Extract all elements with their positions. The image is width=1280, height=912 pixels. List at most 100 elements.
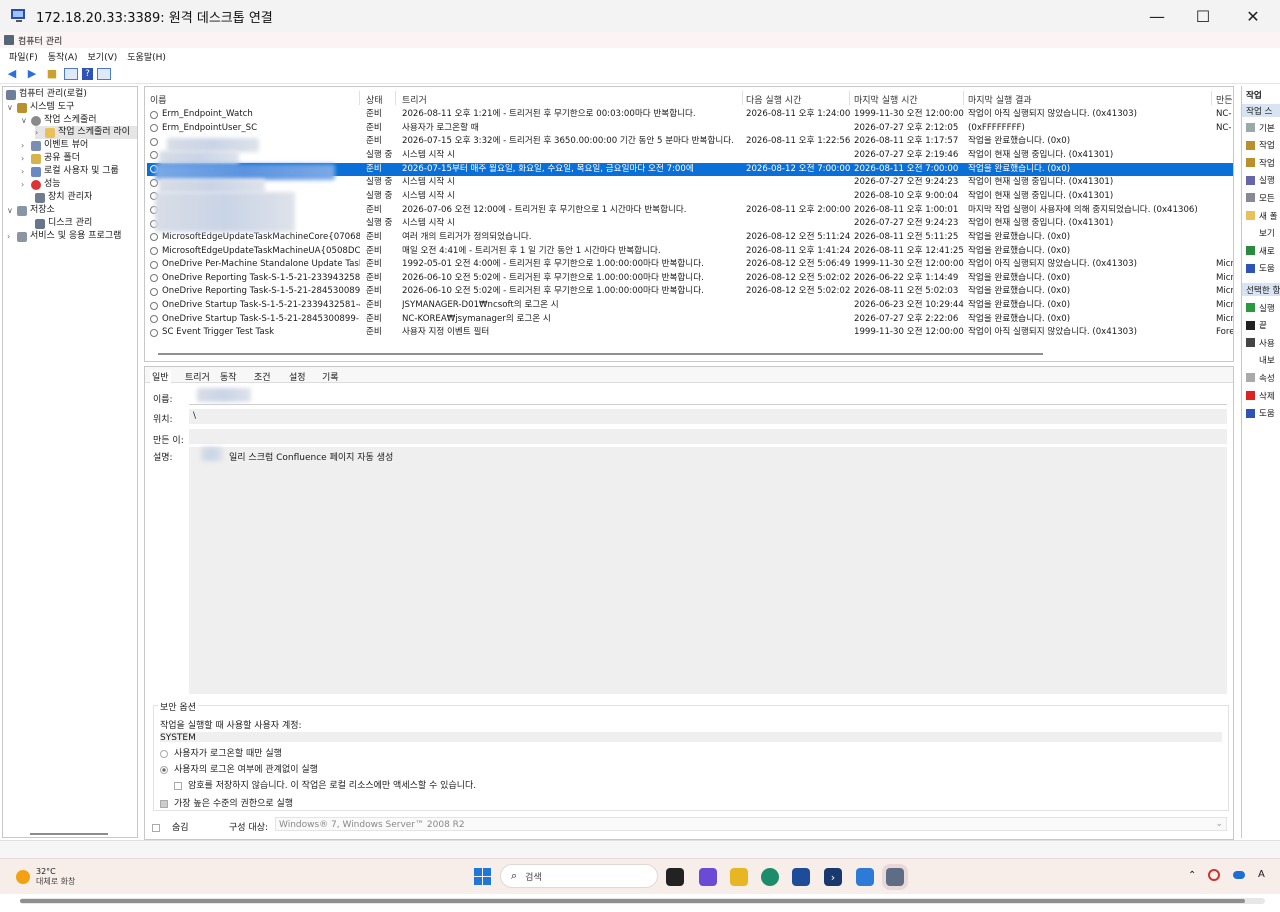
minimize-button[interactable]: — [1134, 0, 1180, 32]
col-header-author[interactable]: 만든 [1216, 93, 1233, 106]
chevron-down-icon[interactable]: ∨ [7, 204, 15, 217]
table-row[interactable]: 준비 2026-07-15 오후 3:32에 - 트리거된 후 3650.00:0… [147, 135, 1233, 149]
action-item-2[interactable]: 작업 [1246, 156, 1275, 169]
chevron-right-icon[interactable]: › [21, 152, 29, 165]
chevron-down-icon[interactable]: ⌄ [1215, 819, 1223, 829]
chevron-up-icon[interactable]: ⌃ [1188, 870, 1196, 881]
menu-view[interactable]: 보기(V) [88, 50, 118, 63]
tab-settings[interactable]: 설정 [287, 370, 308, 383]
table-row[interactable]: OneDrive Reporting Task-S-1-5-21-2339432… [147, 272, 1233, 286]
col-divider[interactable] [1211, 91, 1212, 105]
table-row[interactable]: MicrosoftEdgeUpdateTaskMachineCore{07068… [147, 231, 1233, 245]
tree-local-users[interactable]: › 로컬 사용자 및 그룹 [21, 165, 119, 178]
tab-triggers[interactable]: 트리거 [183, 370, 212, 383]
chevron-down-icon[interactable]: ∨ [21, 114, 29, 127]
chevron-right-icon[interactable]: › [21, 178, 29, 191]
actions-section-library[interactable]: 작업 스 [1242, 104, 1280, 117]
tab-actions[interactable]: 동작 [218, 370, 239, 383]
checkbox-icon[interactable] [152, 823, 160, 832]
close-button[interactable]: ✕ [1230, 0, 1276, 32]
rdp-hscrollbar[interactable] [20, 898, 1265, 904]
selected-action-item-6[interactable]: 도움 [1246, 407, 1275, 420]
table-row[interactable]: 준비 2026-07-06 오전 12:00에 - 트리거된 후 무기한으로 1 … [147, 204, 1233, 218]
table-row[interactable]: OneDrive Reporting Task-S-1-5-21-2845300… [147, 285, 1233, 299]
selected-action-item-2[interactable]: 사용 [1246, 336, 1275, 349]
forward-arrow-icon[interactable]: ▶ [24, 67, 40, 81]
radio-icon[interactable] [160, 749, 168, 758]
maximize-button[interactable]: ☐ [1180, 0, 1226, 32]
table-row[interactable]: SC Event Trigger Test Task 준비 사용자 지정 이벤트 필… [147, 326, 1233, 340]
table-row[interactable]: 실행 중 시스템 시작 시 2026-07-27 오후 2:19:46 작업이 현재 … [147, 149, 1233, 163]
chevron-right-icon[interactable]: › [7, 230, 15, 243]
tree-services-apps[interactable]: › 서비스 및 응용 프로그램 [7, 230, 121, 243]
tree-device-manager[interactable]: 장치 관리자 [35, 191, 92, 204]
network-icon[interactable] [1208, 869, 1220, 881]
author-field[interactable] [189, 429, 1227, 444]
tab-general[interactable]: 일반 [150, 370, 171, 383]
table-row[interactable]: OneDrive Startup Task-S-1-5-21-233943258… [147, 299, 1233, 313]
menu-file[interactable]: 파일(F) [9, 50, 38, 63]
location-field[interactable] [189, 409, 1227, 424]
run-highest-privileges-option[interactable]: 가장 높은 수준의 권한으로 실행 [160, 796, 293, 809]
powershell-icon[interactable]: › [824, 868, 842, 886]
table-row[interactable]: Erm_EndpointUser_SC 준비 사용자가 로그온할 때 2026-07-… [147, 122, 1233, 136]
chevron-right-icon[interactable]: › [21, 165, 29, 178]
selected-action-item-4[interactable]: 속성 [1246, 371, 1275, 384]
tree-performance[interactable]: › 성능 [21, 178, 61, 191]
action-item-4[interactable]: 모든 [1246, 191, 1275, 204]
menu-help[interactable]: 도움말(H) [127, 50, 166, 63]
col-header-last-run[interactable]: 마지막 실행 시간 [854, 93, 918, 106]
show-hide-tree-icon[interactable] [64, 67, 78, 80]
tree-hscrollbar[interactable] [30, 833, 108, 835]
show-hide-action-pane-icon[interactable] [97, 67, 111, 80]
rdp-hscrollbar-thumb[interactable] [20, 899, 1245, 903]
checkbox-icon[interactable] [174, 781, 182, 790]
weather-widget[interactable]: 32°C 대체로 화창 [16, 865, 75, 889]
run-whether-logged-on-option[interactable]: 사용자의 로그온 여부에 관계없이 실행 [160, 762, 318, 775]
action-item-0[interactable]: 기본 [1246, 121, 1275, 134]
chevron-right-icon[interactable]: › [21, 139, 29, 152]
col-divider[interactable] [963, 91, 964, 105]
menu-action[interactable]: 동작(A) [48, 50, 78, 63]
tab-conditions[interactable]: 조건 [252, 370, 273, 383]
action-item-3[interactable]: 실행 [1246, 174, 1275, 187]
action-item-1[interactable]: 작업 [1246, 139, 1275, 152]
col-header-status[interactable]: 상태 [366, 93, 383, 106]
edge-icon[interactable] [761, 868, 779, 886]
selected-action-item-5[interactable]: 삭제 [1246, 389, 1275, 402]
col-divider[interactable] [395, 91, 396, 105]
task-list-hscrollbar[interactable] [158, 353, 1043, 355]
folder-up-icon[interactable]: ■ [44, 67, 60, 81]
back-arrow-icon[interactable]: ◀ [4, 67, 20, 81]
remote-desktop-taskbar-icon[interactable] [886, 868, 904, 886]
file-explorer-icon[interactable] [730, 868, 748, 886]
table-row[interactable]: 실행 중 시스템 시작 시 2026-07-27 오전 9:24:23 작업이 현재 … [147, 217, 1233, 231]
actions-section-selected[interactable]: 선택한 항 [1242, 283, 1280, 296]
tree-storage[interactable]: ∨ 저장소 [7, 204, 55, 217]
start-button[interactable] [474, 868, 492, 886]
visual-studio-icon[interactable] [856, 868, 874, 886]
selected-action-item-3[interactable]: 내보 [1246, 354, 1275, 367]
tree-task-scheduler-library[interactable]: › 작업 스케줄러 라이 [35, 126, 137, 139]
ime-indicator[interactable]: A [1258, 869, 1265, 880]
task-view-icon[interactable] [666, 868, 684, 886]
col-header-next-run[interactable]: 다음 실행 시간 [746, 93, 801, 106]
tree-shared-folders[interactable]: › 공유 폴더 [21, 152, 80, 165]
hidden-option[interactable]: 숨김 [152, 820, 189, 833]
col-header-name[interactable]: 이름 [150, 93, 167, 106]
selected-action-item-0[interactable]: 실행 [1246, 301, 1275, 314]
tab-history[interactable]: 기록 [320, 370, 341, 383]
do-not-store-password-option[interactable]: 암호를 저장하지 않습니다. 이 작업은 로컬 리소스에만 액세스할 수 있습니… [174, 778, 476, 791]
col-header-trigger[interactable]: 트리거 [402, 93, 427, 106]
chevron-down-icon[interactable]: ∨ [7, 101, 15, 114]
table-row[interactable]: OneDrive Startup Task-S-1-5-21-284530089… [147, 313, 1233, 327]
col-divider[interactable] [359, 91, 360, 105]
tree-system-tools[interactable]: ∨ 시스템 도구 [7, 101, 74, 114]
table-row[interactable]: MicrosoftEdgeUpdateTaskMachineUA{0508DC9… [147, 245, 1233, 259]
action-item-5[interactable]: 새 폴 [1246, 209, 1278, 222]
configure-for-select[interactable]: Windows® 7, Windows Server™ 2008 R2 ⌄ [275, 817, 1227, 831]
checkbox-checked-icon[interactable] [160, 799, 168, 808]
run-only-logged-on-option[interactable]: 사용자가 로그온할 때만 실행 [160, 746, 282, 759]
selected-action-item-1[interactable]: 끝 [1246, 319, 1267, 332]
tree-disk-management[interactable]: 디스크 관리 [35, 217, 92, 230]
